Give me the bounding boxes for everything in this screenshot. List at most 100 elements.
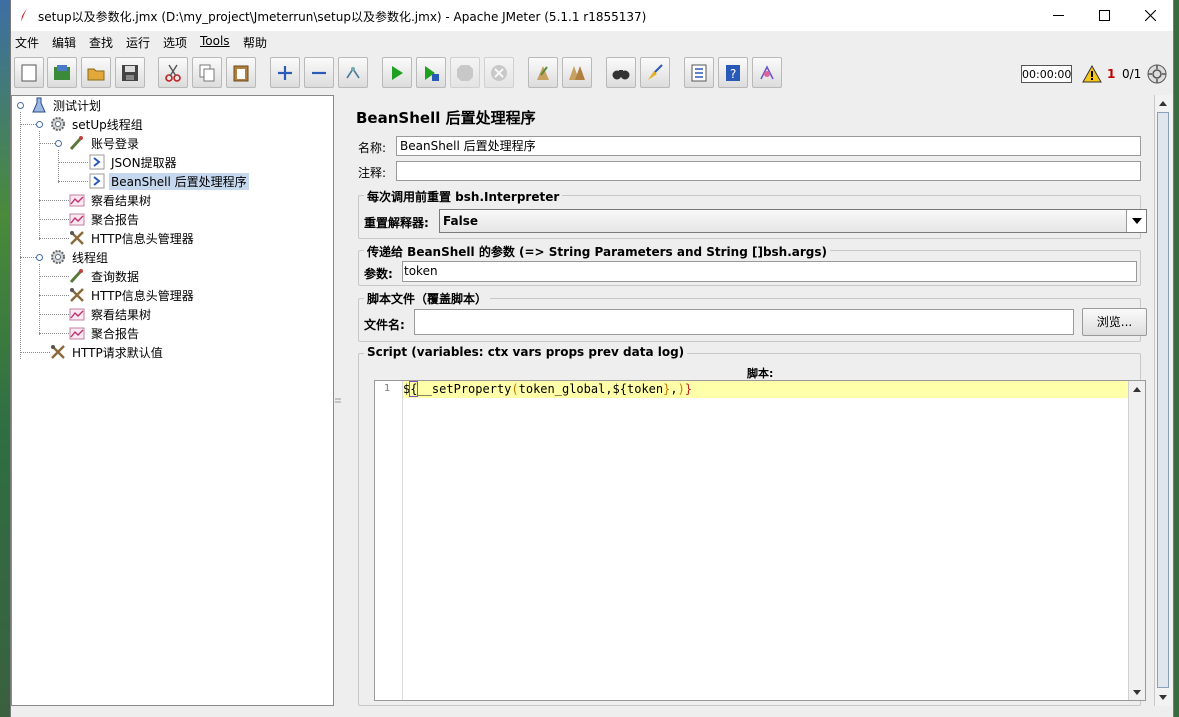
function-helper-button[interactable]: [684, 57, 714, 88]
code-token: ): [677, 382, 685, 396]
close-button[interactable]: [1127, 0, 1173, 31]
tree-node-http-defaults[interactable]: HTTP请求默认值: [49, 343, 165, 361]
name-field[interactable]: BeanShell 后置处理程序: [396, 136, 1141, 156]
maximize-button[interactable]: [1081, 0, 1127, 31]
tree-node-label: 察看结果树: [91, 307, 152, 322]
menu-file[interactable]: 文件: [15, 34, 39, 51]
reset-interpreter-select[interactable]: False: [439, 209, 1147, 233]
expand-all-button[interactable]: [270, 57, 300, 88]
code-token: __setProperty: [417, 382, 512, 396]
tree-node-header-manager[interactable]: HTTP信息头管理器: [68, 229, 196, 247]
scroll-down-arrow[interactable]: [1129, 684, 1145, 700]
copy-button[interactable]: [192, 57, 222, 88]
menu-search[interactable]: 查找: [89, 34, 113, 51]
maximize-icon: [1098, 10, 1110, 21]
minimize-button[interactable]: [1035, 0, 1081, 31]
desktop-background: [0, 0, 10, 717]
menu-tools[interactable]: Tools: [200, 34, 230, 48]
browse-button[interactable]: 浏览...: [1082, 308, 1147, 336]
script-scrollbar[interactable]: [1128, 381, 1145, 700]
script-editor[interactable]: 1 ${__setProperty(token_global,${token},…: [374, 380, 1146, 701]
tree-node-json-extractor[interactable]: JSON提取器: [88, 153, 179, 171]
cut-button[interactable]: [158, 57, 188, 88]
split-pane-divider[interactable]: [334, 95, 342, 706]
scroll-down-arrow[interactable]: [1155, 689, 1171, 705]
jmeter-feather-icon: [21, 8, 27, 22]
tree-node-test-plan[interactable]: 测试计划: [30, 96, 103, 114]
page-title: BeanShell 后置处理程序: [356, 109, 536, 127]
new-button[interactable]: [14, 57, 44, 88]
collapse-all-button[interactable]: [304, 57, 334, 88]
paste-button[interactable]: [226, 57, 256, 88]
toggle-button[interactable]: [338, 57, 368, 88]
tree-toggle[interactable]: [17, 102, 24, 109]
status-strip: [11, 706, 1173, 717]
tree-node-label: 测试计划: [53, 98, 102, 113]
line-number-gutter: 1: [375, 381, 403, 700]
help-button[interactable]: ?: [718, 57, 748, 88]
tree-node-label: HTTP信息头管理器: [91, 231, 194, 246]
tree-node-login-sampler[interactable]: 账号登录: [68, 134, 141, 152]
cut-icon: [165, 64, 181, 82]
start-no-pauses-button[interactable]: [416, 57, 446, 88]
templates-button[interactable]: [47, 57, 77, 88]
tree-node-label: HTTP信息头管理器: [91, 288, 194, 303]
menu-edit[interactable]: 编辑: [52, 34, 76, 51]
warning-icon[interactable]: [1082, 65, 1102, 83]
menu-options[interactable]: 选项: [163, 34, 187, 51]
menu-help[interactable]: 帮助: [243, 34, 267, 51]
clear-button[interactable]: [528, 57, 558, 88]
listener-icon: [68, 211, 86, 227]
tree-node-view-results-tree[interactable]: 察看结果树: [68, 191, 153, 209]
open-button[interactable]: [81, 57, 111, 88]
divider-grip-icon: [335, 398, 341, 403]
reset-select-value: False: [443, 214, 478, 228]
toggle-icon: [346, 66, 360, 78]
config-icon: [68, 287, 86, 303]
tree-node-label: 聚合报告: [91, 326, 140, 341]
parameters-field[interactable]: token: [402, 261, 1137, 282]
tree-node-aggregate-report[interactable]: 聚合报告: [68, 210, 141, 228]
search-button[interactable]: [606, 57, 636, 88]
tree-toggle[interactable]: [36, 121, 43, 128]
stop-button[interactable]: [450, 57, 480, 88]
paste-icon: [233, 65, 249, 81]
tree-node-label: 账号登录: [91, 136, 140, 151]
script-group-title: Script (variables: ctx vars props prev d…: [364, 345, 688, 359]
remote-status-icon[interactable]: [1147, 64, 1167, 84]
file-name-field[interactable]: [414, 309, 1074, 335]
logger-button[interactable]: [752, 57, 782, 88]
reset-search-button[interactable]: [640, 57, 670, 88]
save-button[interactable]: [115, 57, 145, 88]
name-label: 名称:: [358, 141, 387, 155]
menu-run[interactable]: 运行: [126, 34, 150, 51]
scroll-thumb[interactable]: [1157, 112, 1169, 688]
shutdown-button[interactable]: [484, 57, 514, 88]
tree-node-aggregate-report[interactable]: 聚合报告: [68, 324, 141, 342]
code-line[interactable]: ${__setProperty(token_global,${token},)}: [403, 381, 1129, 398]
clear-all-icon: [569, 65, 585, 80]
templates-icon: [54, 64, 70, 80]
gear-icon: [49, 116, 67, 132]
tree-toggle[interactable]: [36, 254, 43, 261]
start-button[interactable]: [382, 57, 412, 88]
scroll-up-arrow[interactable]: [1129, 381, 1145, 397]
new-icon: [21, 64, 37, 81]
file-label: 文件名:: [364, 318, 405, 332]
scroll-up-arrow[interactable]: [1155, 95, 1171, 111]
tree-node-label: 查询数据: [91, 269, 140, 284]
tree-node-thread-group[interactable]: 线程组: [49, 248, 110, 266]
comment-field[interactable]: [396, 161, 1141, 181]
tree-node-view-results-tree[interactable]: 察看结果树: [68, 305, 153, 323]
tree-node-header-manager[interactable]: HTTP信息头管理器: [68, 286, 196, 304]
tree-node-label: 线程组: [72, 250, 109, 265]
tree-node-setup-thread-group[interactable]: setUp线程组: [49, 115, 145, 133]
listener-icon: [68, 306, 86, 322]
comment-label: 注释:: [358, 166, 387, 180]
tree-toggle[interactable]: [55, 140, 62, 147]
editor-scrollbar[interactable]: [1154, 95, 1172, 706]
clear-all-button[interactable]: [562, 57, 592, 88]
tree-node-beanshell-postprocessor[interactable]: BeanShell 后置处理程序: [88, 172, 249, 190]
tree-node-query-sampler[interactable]: 查询数据: [68, 267, 141, 285]
help-icon: ?: [726, 64, 740, 81]
